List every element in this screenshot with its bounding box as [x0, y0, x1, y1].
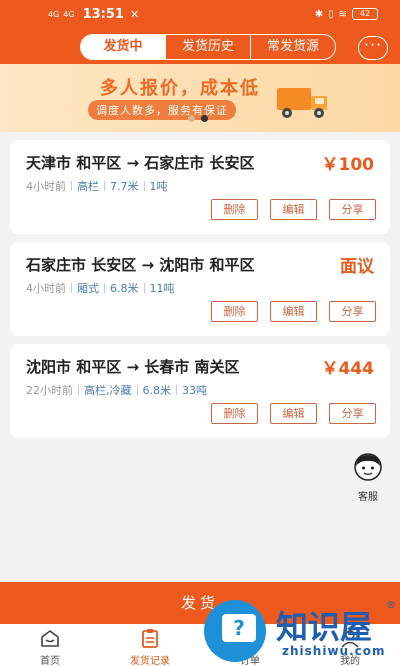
watermark: ? 知识屋 ® zhishiwu.com — [200, 598, 400, 666]
truck-type: 厢式 — [77, 282, 99, 295]
post-time: 22小时前 — [26, 384, 73, 397]
route-text: 天津市 和平区 → 石家庄市 长安区 — [26, 154, 255, 172]
cargo-weight: 1吨 — [149, 180, 168, 193]
order-meta: 4小时前 厢式 6.8米 11吨 — [26, 280, 175, 296]
battery-icon: 42 — [352, 8, 378, 20]
customer-service-label: 客服 — [358, 492, 378, 503]
price-text: ￥444 — [321, 359, 375, 379]
order-card[interactable]: 石家庄市 长安区 → 沈阳市 和平区 面议 4小时前 厢式 6.8米 11吨 删… — [10, 242, 390, 336]
delete-button[interactable]: 删除 — [211, 301, 258, 322]
order-card[interactable]: 天津市 和平区 → 石家庄市 长安区 ￥100 4小时前 高栏 7.7米 1吨 … — [10, 140, 390, 234]
nav-item-home[interactable]: 首页 — [0, 624, 100, 666]
truck-type: 高栏,冷藏 — [84, 384, 132, 397]
watermark-url: zhishiwu.com — [282, 644, 386, 658]
nav-label-home: 首页 — [40, 656, 60, 666]
home-icon — [41, 630, 59, 647]
agent-avatar-icon — [354, 453, 382, 481]
route-text: 沈阳市 和平区 → 长春市 南关区 — [26, 358, 240, 376]
status-bar: 4G 4G 13:51 ✕ ✱ ▯ ≋ 42 — [0, 0, 400, 30]
signal-icon: 4G — [48, 9, 60, 19]
customer-service-button[interactable]: 客服 — [350, 452, 386, 503]
banner-subtitle: 调度人数多，服务有保证 — [88, 100, 236, 120]
delete-button[interactable]: 删除 — [211, 199, 258, 220]
watermark-brand: 知识屋 — [276, 608, 373, 646]
order-meta: 22小时前 高栏,冷藏 6.8米 33吨 — [26, 382, 207, 398]
tab-history[interactable]: 发货历史 — [166, 35, 251, 59]
tab-frequent[interactable]: 常发货源 — [251, 35, 335, 59]
more-button[interactable]: ··· — [358, 36, 388, 60]
share-button[interactable]: 分享 — [329, 199, 376, 220]
truck-length: 6.8米 — [110, 282, 139, 295]
cargo-weight: 11吨 — [149, 282, 175, 295]
share-button[interactable]: 分享 — [329, 301, 376, 322]
tools-icon: ✕ — [129, 8, 140, 21]
route-text: 石家庄市 长安区 → 沈阳市 和平区 — [26, 256, 255, 274]
truck-length: 7.7米 — [110, 180, 139, 193]
share-button[interactable]: 分享 — [329, 403, 376, 424]
order-meta: 4小时前 高栏 7.7米 1吨 — [26, 178, 168, 194]
edit-button[interactable]: 编辑 — [270, 301, 317, 322]
truck-length: 6.8米 — [142, 384, 172, 397]
cargo-weight: 33吨 — [182, 384, 207, 397]
tab-shipping[interactable]: 发货中 — [81, 35, 166, 59]
wifi-icon: ≋ — [338, 8, 347, 20]
edit-button[interactable]: 编辑 — [270, 199, 317, 220]
banner-title: 多人报价，成本低 — [100, 78, 260, 99]
price-text: 面议 — [340, 257, 374, 277]
nav-label-records: 发货记录 — [130, 656, 170, 666]
status-time: 13:51 — [82, 7, 124, 22]
order-card[interactable]: 沈阳市 和平区 → 长春市 南关区 ￥444 22小时前 高栏,冷藏 6.8米 … — [10, 344, 390, 438]
app-header: 发货中 发货历史 常发货源 ··· — [0, 30, 400, 64]
registered-mark: ® — [386, 600, 396, 611]
edit-button[interactable]: 编辑 — [270, 403, 317, 424]
truck-icon — [277, 88, 327, 118]
clipboard-icon — [142, 629, 158, 648]
delete-button[interactable]: 删除 — [211, 403, 258, 424]
price-text: ￥100 — [321, 155, 375, 175]
vibrate-icon: ▯ — [328, 8, 334, 20]
question-icon: ? — [222, 614, 256, 642]
segmented-tabs: 发货中 发货历史 常发货源 — [80, 34, 336, 60]
carousel-dots — [188, 115, 208, 122]
signal-icon-2: 4G — [63, 9, 75, 19]
bluetooth-icon: ✱ — [314, 8, 324, 20]
carousel-dot-active[interactable] — [201, 115, 208, 122]
truck-type: 高栏 — [77, 180, 99, 193]
post-time: 4小时前 — [26, 180, 66, 193]
post-time: 4小时前 — [26, 282, 66, 295]
watermark-logo: ? — [204, 600, 266, 662]
carousel-dot[interactable] — [188, 115, 195, 122]
nav-item-records[interactable]: 发货记录 — [100, 624, 200, 666]
